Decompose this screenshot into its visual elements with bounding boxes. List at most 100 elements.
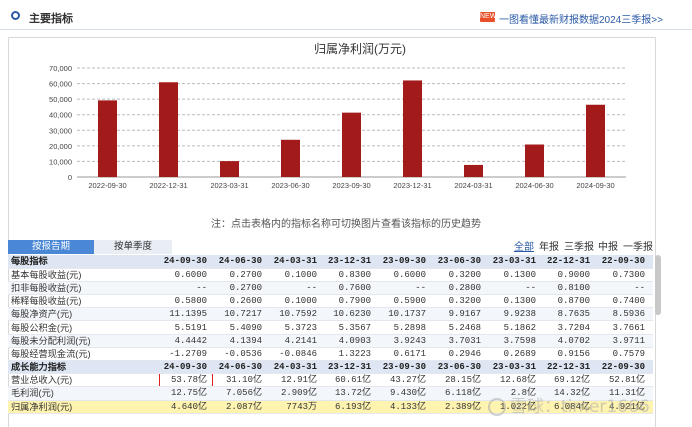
indicator-value: -- — [379, 281, 434, 296]
period-header: 24-09-30 — [158, 255, 215, 269]
chart-bar — [403, 80, 422, 177]
indicator-value: 3.9243 — [379, 334, 434, 348]
red-highlight-box — [159, 373, 213, 386]
indicator-value: 31.10亿 — [215, 373, 270, 388]
indicator-value: 5.2468 — [434, 320, 489, 335]
indicator-name[interactable]: 毛利润(元) — [8, 386, 158, 401]
filter-q3[interactable]: 三季报 — [564, 238, 594, 253]
indicator-value: 4.133亿 — [379, 400, 434, 414]
chart-bar — [220, 161, 239, 177]
indicator-name[interactable]: 基本每股收益(元) — [8, 268, 158, 282]
period-header: 22-12-31 — [544, 255, 598, 269]
indicator-value: 60.61亿 — [325, 373, 379, 388]
indicator-value: 2.909亿 — [270, 386, 325, 401]
chart-y-tick-label: 10,000 — [49, 157, 72, 166]
indicator-value: -- — [598, 281, 653, 296]
indicator-name[interactable]: 每股经营现金流(元) — [8, 347, 158, 362]
indicator-value: 10.7217 — [215, 307, 270, 322]
filter-q1[interactable]: 一季报 — [623, 238, 653, 253]
indicator-value: -1.2709 — [158, 347, 215, 362]
indicator-value: 0.3200 — [434, 294, 489, 309]
indicator-value: 0.5800 — [158, 294, 215, 309]
indicator-value: 5.4090 — [215, 320, 270, 335]
filter-all[interactable]: 全部 — [514, 238, 534, 253]
watermark: 雪球：timer1666 — [488, 392, 650, 417]
section-name: 每股指标 — [8, 255, 158, 269]
table-section-header: 每股指标 24-09-30 24-06-30 24-03-31 23-12-31 23-0… — [8, 255, 653, 269]
indicator-value: 69.12亿 — [544, 373, 598, 388]
indicator-value: 0.7300 — [598, 268, 653, 282]
indicator-value: 53.78亿 — [158, 373, 215, 388]
chart-bar — [159, 82, 178, 177]
indicator-name[interactable]: 扣非每股收益(元) — [8, 281, 158, 296]
filter-half-year[interactable]: 中报 — [598, 238, 618, 253]
table-section-header: 成长能力指标 24-09-30 24-06-30 24-03-31 23-12-31 23… — [8, 360, 653, 375]
filter-annual[interactable]: 年报 — [539, 238, 559, 253]
indicator-value: 11.1395 — [158, 307, 215, 322]
indicator-value: 6.193亿 — [325, 400, 379, 414]
indicator-value: 3.9711 — [598, 334, 653, 348]
indicator-value: 10.1737 — [379, 307, 434, 322]
watermark-text: 雪球：timer1666 — [510, 397, 650, 417]
table-row: 扣非每股收益(元) -- 0.2700 -- 0.7600 -- 0.2800 -- 0.810… — [8, 281, 653, 296]
chart-x-tick-label: 2023-06-30 — [271, 181, 309, 190]
indicator-value: 0.5900 — [379, 294, 434, 309]
period-header: 24-03-31 — [270, 255, 325, 269]
indicator-name[interactable]: 每股未分配利润(元) — [8, 334, 158, 348]
chart-note: 注：点击表格内的指标名称可切换图片查看该指标的历史趋势 — [211, 219, 481, 230]
chart-y-tick-label: 30,000 — [49, 126, 72, 135]
period-header: 23-12-31 — [325, 255, 379, 269]
chart-x-tick-label: 2023-12-31 — [393, 181, 431, 190]
period-header: 22-09-30 — [598, 360, 653, 375]
indicator-value: 0.7400 — [598, 294, 653, 309]
indicator-value: 0.8700 — [544, 294, 598, 309]
indicator-value: 0.1000 — [270, 294, 325, 309]
chart-y-tick-label: 60,000 — [49, 80, 72, 89]
indicator-value: 10.6230 — [325, 307, 379, 322]
indicator-value: 8.5936 — [598, 307, 653, 322]
indicator-value: 5.3723 — [270, 320, 325, 335]
chart-bar — [281, 139, 300, 177]
indicator-name[interactable]: 每股净资产(元) — [8, 307, 158, 322]
indicator-name[interactable]: 归属净利润(元) — [8, 400, 158, 414]
indicator-value: 4.4442 — [158, 334, 215, 348]
table-row: 每股未分配利润(元) 4.4442 4.1394 4.2141 4.0903 3.9243… — [8, 334, 653, 348]
table-scrollbar[interactable] — [655, 255, 661, 315]
chart-x-tick-labels: 2022-09-30 2022-12-31 2023-03-31 2023-06-30… — [88, 181, 614, 190]
indicator-value: -- — [270, 281, 325, 296]
indicator-value: 2.087亿 — [215, 400, 270, 414]
indicator-name[interactable]: 营业总收入(元) — [8, 373, 158, 388]
tab-report-period[interactable]: 按报告期 — [8, 240, 94, 254]
chart-bar — [586, 104, 605, 177]
table-row: 每股经营现金流(元) -1.2709 -0.0536 -0.0846 1.3223 0.6… — [8, 347, 653, 362]
indicator-name[interactable]: 每股公积金(元) — [8, 320, 158, 335]
indicator-value: 4.0702 — [544, 334, 598, 348]
chart-x-tick-label: 2022-09-30 — [88, 181, 126, 190]
period-header: 24-03-31 — [270, 360, 325, 375]
chart-y-tick-label: 0 — [68, 173, 72, 182]
indicator-value: 7743万 — [270, 400, 325, 414]
indicator-name[interactable]: 稀释每股收益(元) — [8, 294, 158, 309]
tab-single-quarter[interactable]: 按单季度 — [94, 240, 172, 254]
table-row: 每股公积金(元) 5.5191 5.4090 5.3723 5.3567 5.2898 5.… — [8, 320, 653, 335]
indicator-value: 12.75亿 — [158, 386, 215, 401]
indicator-value: 0.6000 — [379, 268, 434, 282]
period-header: 23-09-30 — [379, 360, 434, 375]
financial-indicators-table: 每股指标 24-09-30 24-06-30 24-03-31 23-12-31 23-0… — [8, 255, 653, 414]
chart-y-tick-label: 40,000 — [49, 111, 72, 120]
net-profit-chart: 归属净利润(万元) 70,000 60,000 50,000 40,000 30,000… — [49, 42, 626, 190]
indicator-value: 28.15亿 — [434, 373, 489, 388]
indicator-value: 6.118亿 — [434, 386, 489, 401]
indicator-value: 0.2800 — [434, 281, 489, 296]
table-row: 每股净资产(元) 11.1395 10.7217 10.7592 10.6230 10.1… — [8, 307, 653, 322]
indicator-value: 0.2700 — [215, 268, 270, 282]
indicator-value: 0.3200 — [434, 268, 489, 282]
indicator-value: 9.9167 — [434, 307, 489, 322]
period-header: 23-03-31 — [489, 255, 544, 269]
indicator-value: 7.056亿 — [215, 386, 270, 401]
period-header: 24-06-30 — [215, 255, 270, 269]
indicator-value: 0.7600 — [325, 281, 379, 296]
section-name: 成长能力指标 — [8, 360, 158, 375]
indicator-value: 0.1300 — [489, 294, 544, 309]
period-header: 23-09-30 — [379, 255, 434, 269]
